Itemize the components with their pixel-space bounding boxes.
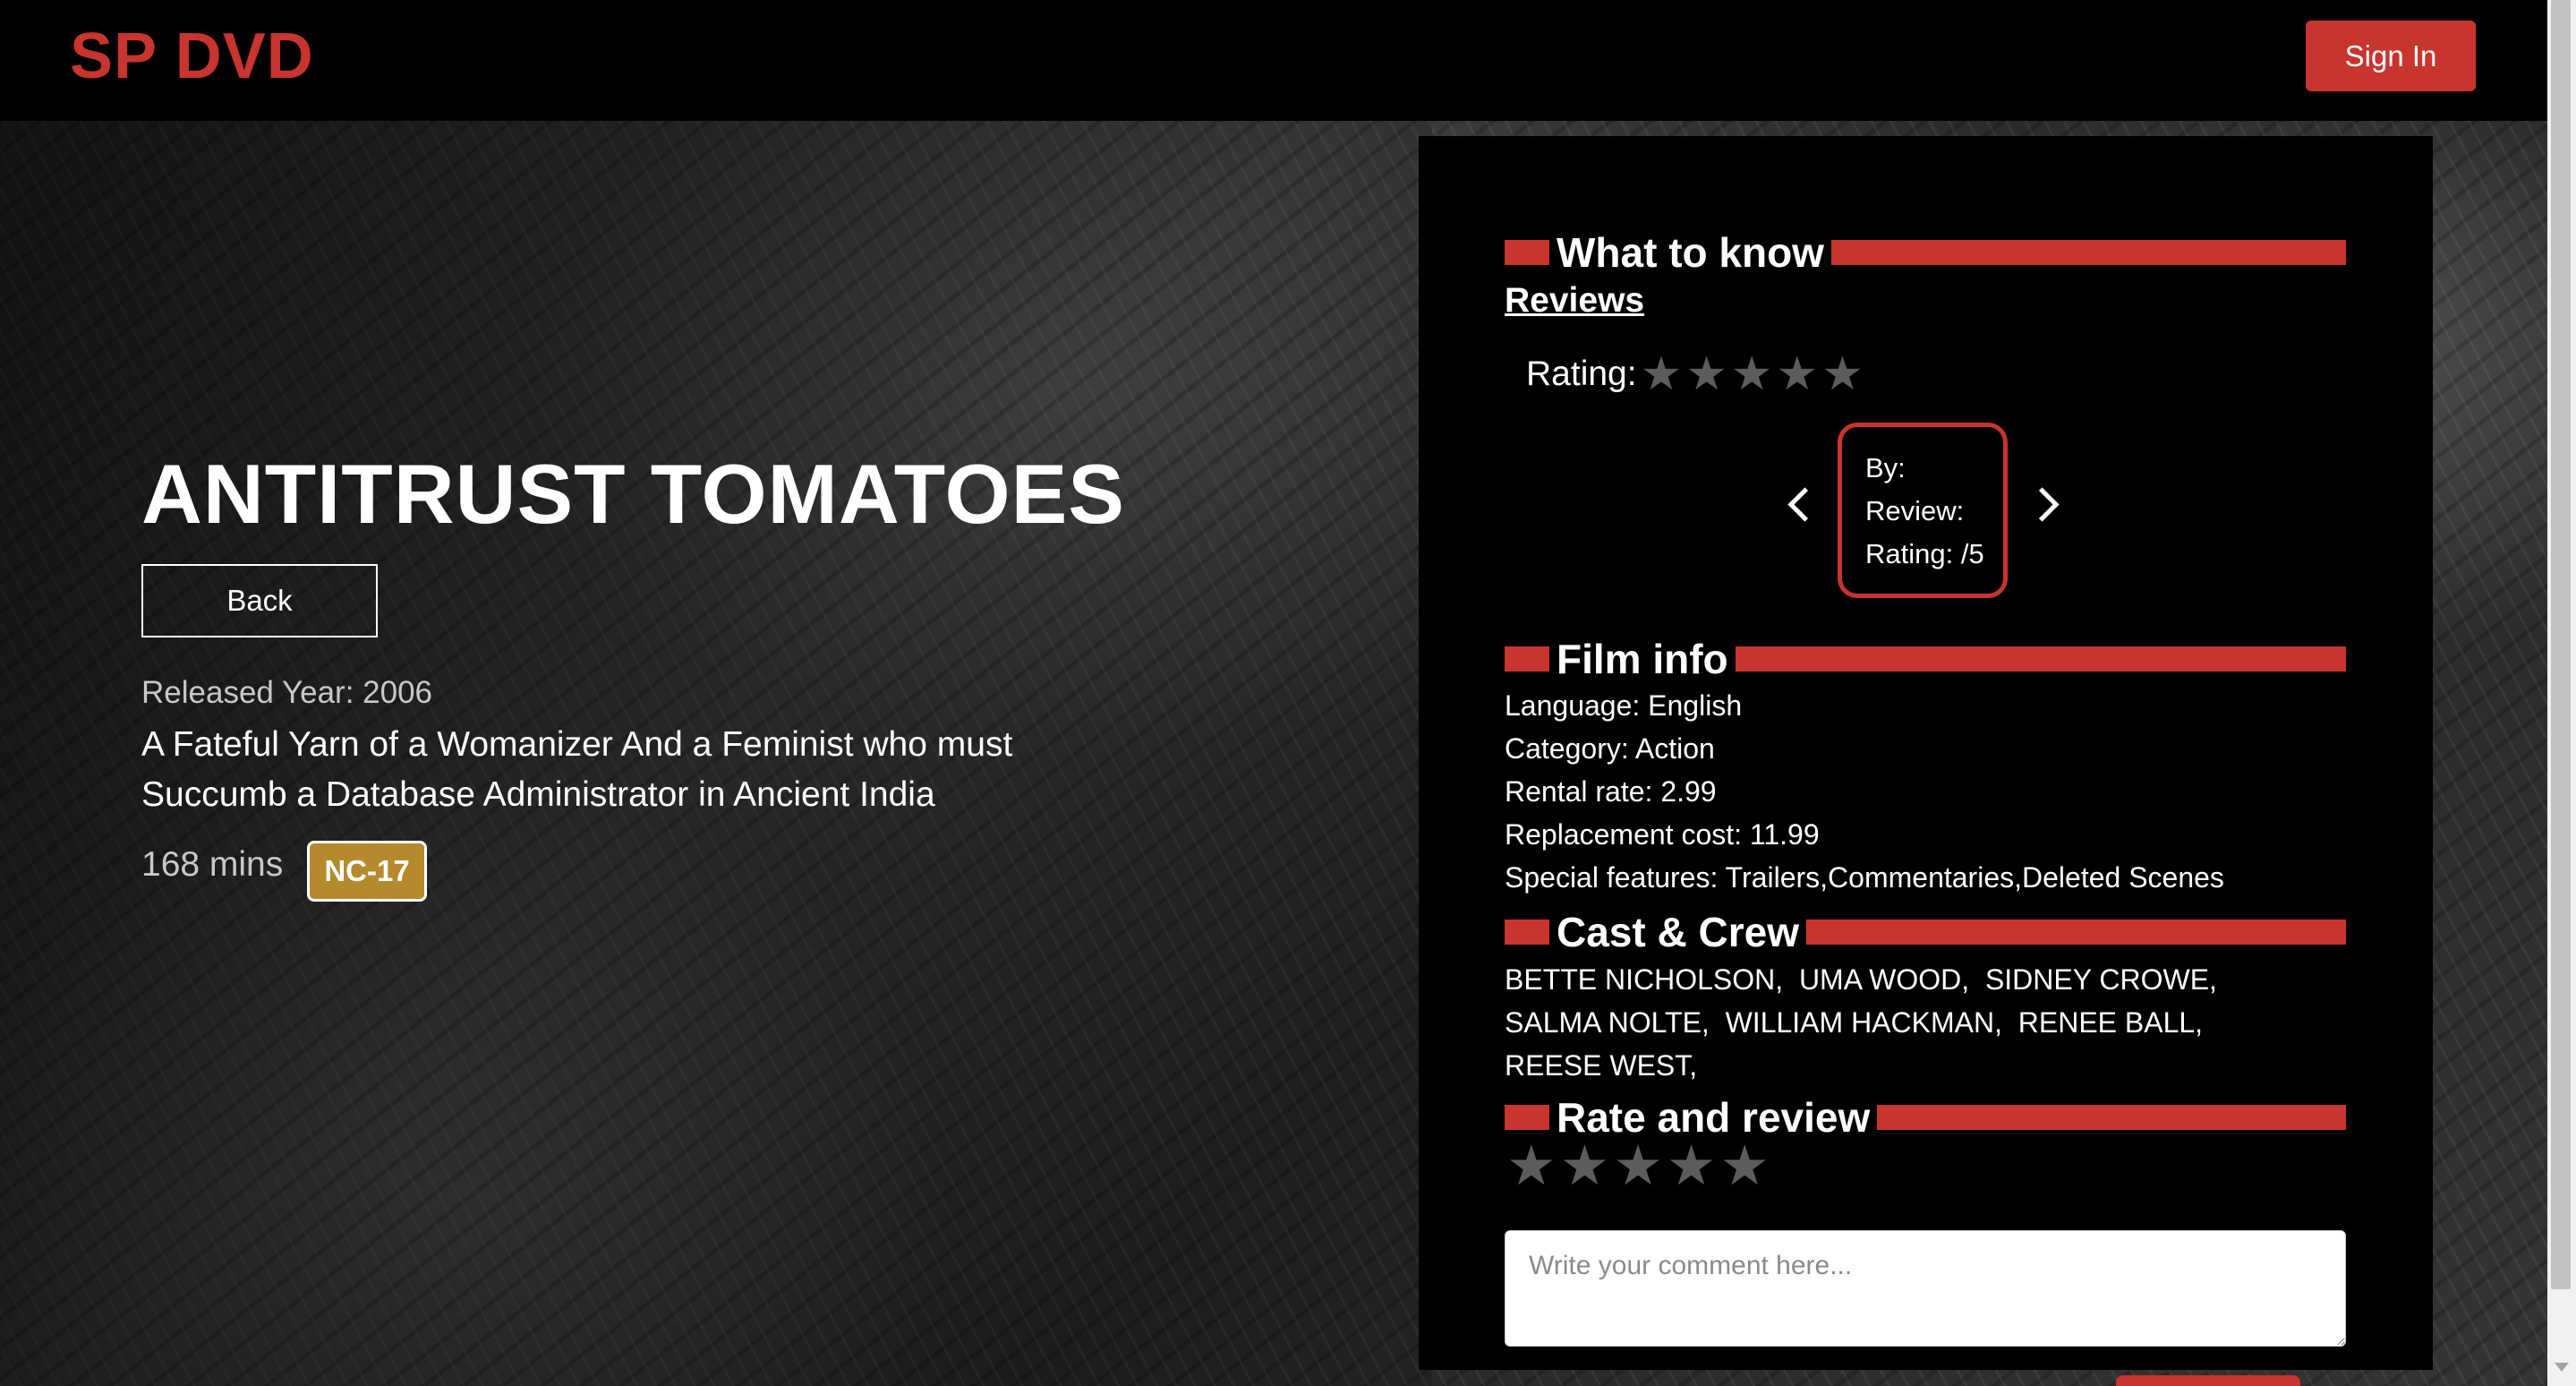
- star-icon[interactable]: ★: [1613, 1139, 1663, 1194]
- star-icon: ★: [1685, 348, 1727, 400]
- rate-review-label: Rate and review: [1557, 1094, 1871, 1141]
- star-icon[interactable]: ★: [1667, 1139, 1717, 1194]
- cast-crew-heading: Cast & Crew: [1505, 905, 2346, 959]
- film-info-label: Film info: [1557, 636, 1728, 682]
- heading-bar-right: [1877, 1105, 2346, 1130]
- cast-list: BETTE NICHOLSON, UMA WOOD, SIDNEY CROWE,…: [1505, 958, 2256, 1087]
- star-icon[interactable]: ★: [1506, 1139, 1557, 1194]
- review-rating: Rating: /5: [1865, 538, 1984, 569]
- star-icon: ★: [1640, 348, 1683, 400]
- back-button[interactable]: Back: [141, 564, 378, 637]
- scroll-down-arrow-icon[interactable]: [2555, 1363, 2569, 1372]
- review-card: By: Review: Rating: /5: [1838, 423, 2008, 598]
- cast-member[interactable]: UMA WOOD,: [1799, 963, 1969, 996]
- star-icon: ★: [1776, 348, 1819, 400]
- chevron-right-icon[interactable]: [2025, 487, 2060, 522]
- film-info-heading: Film info: [1505, 632, 2346, 686]
- reviews-link[interactable]: Reviews: [1505, 281, 1644, 321]
- film-title: ANTITRUST TOMATOES: [141, 447, 1125, 541]
- user-star-rating: ★ ★ ★ ★ ★: [1505, 1139, 1771, 1194]
- brand-logo[interactable]: SP DVD: [70, 20, 314, 93]
- navbar: SP DVD Sign In: [0, 0, 2547, 121]
- language: Language: English: [1505, 689, 1743, 722]
- review-text: Review:: [1865, 495, 1965, 526]
- star-icon: ★: [1730, 348, 1773, 400]
- chevron-left-icon[interactable]: [1787, 487, 1822, 522]
- replacement-cost: Replacement cost: 11.99: [1505, 818, 1820, 851]
- cast-member[interactable]: REESE WEST,: [1505, 1049, 1697, 1082]
- age-rating-badge: NC-17: [307, 841, 427, 902]
- heading-bar-left: [1505, 920, 1549, 945]
- scrollbar-thumb[interactable]: [2551, 0, 2571, 1289]
- comment-input[interactable]: [1505, 1230, 2346, 1347]
- heading-bar-right: [1735, 646, 2346, 672]
- film-duration: 168 mins: [141, 845, 284, 884]
- cast-member[interactable]: BETTE NICHOLSON,: [1505, 963, 1783, 996]
- submit-button[interactable]: [2116, 1375, 2300, 1386]
- heading-bar-left: [1505, 240, 1549, 265]
- heading-bar-left: [1505, 646, 1549, 672]
- film-info-list: Language: English Category: Action Renta…: [1505, 684, 2224, 899]
- review-by: By:: [1865, 452, 1906, 483]
- sign-in-button[interactable]: Sign In: [2306, 21, 2476, 91]
- heading-bar-right: [1805, 920, 2346, 945]
- heading-bar-right: [1830, 240, 2346, 265]
- rating-label: Rating:: [1526, 355, 1637, 393]
- special-features: Special features: Trailers,Commentaries,…: [1505, 861, 2224, 894]
- cast-crew-label: Cast & Crew: [1557, 909, 1799, 955]
- what-to-know-label: What to know: [1557, 229, 1824, 276]
- star-icon: ★: [1821, 348, 1864, 400]
- film-description: A Fateful Yarn of a Womanizer And a Femi…: [141, 725, 1013, 814]
- what-to-know-heading: What to know: [1505, 226, 2346, 279]
- rental-rate: Rental rate: 2.99: [1505, 775, 1717, 808]
- star-icon[interactable]: ★: [1719, 1139, 1770, 1194]
- average-rating: Rating: ★ ★ ★ ★ ★: [1526, 351, 1864, 398]
- heading-bar-left: [1505, 1105, 1549, 1130]
- cast-member[interactable]: RENEE BALL,: [2018, 1006, 2203, 1039]
- released-year: Released Year: 2006: [141, 675, 432, 710]
- star-icon[interactable]: ★: [1560, 1139, 1610, 1194]
- cast-member[interactable]: SALMA NOLTE,: [1505, 1006, 1710, 1039]
- cast-member[interactable]: SIDNEY CROWE,: [1985, 963, 2217, 996]
- details-panel: What to know Reviews Rating: ★ ★ ★ ★ ★ B…: [1419, 136, 2433, 1370]
- category: Category: Action: [1505, 732, 1715, 765]
- cast-member[interactable]: WILLIAM HACKMAN,: [1726, 1006, 2002, 1039]
